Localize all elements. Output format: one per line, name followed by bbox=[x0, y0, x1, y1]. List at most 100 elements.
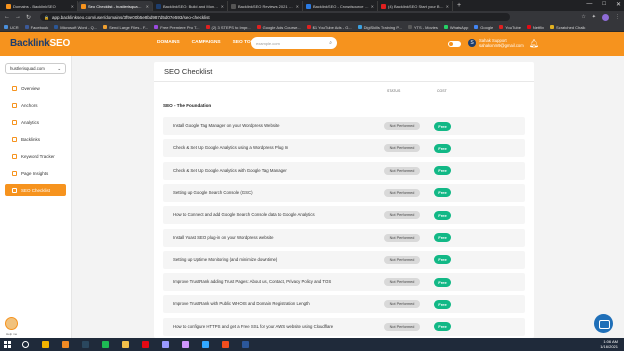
notification-bell-icon[interactable]: 🔔︎ bbox=[529, 39, 539, 48]
bookmark-item[interactable]: Send Large Files - F... bbox=[103, 25, 148, 30]
menu-dots-icon[interactable]: ⋮ bbox=[615, 14, 620, 20]
search-placeholder: example.com bbox=[256, 40, 280, 46]
task-label: Setting up Uptime Monitoring (and minimi… bbox=[173, 256, 278, 262]
profile-avatar-icon[interactable] bbox=[602, 13, 609, 21]
bookmark-item[interactable]: Facebook bbox=[24, 25, 48, 30]
checklist-row[interactable]: Setting up Google Search Console (GSC) No… bbox=[163, 183, 525, 202]
browser-tab[interactable]: BacklinkSEO - Crowdsource Conc ✕ bbox=[303, 1, 378, 11]
sidebar-item-backlinks[interactable]: Backlinks bbox=[5, 133, 66, 145]
spotify-icon[interactable] bbox=[102, 341, 109, 348]
nav-domains[interactable]: DOMAINS bbox=[157, 40, 180, 45]
close-tab-icon[interactable]: ✕ bbox=[146, 4, 149, 9]
bookmark-item[interactable]: $1 YouTube Ads - G... bbox=[306, 25, 352, 30]
sidebar-item-page-insights[interactable]: Page Insights bbox=[5, 167, 66, 179]
section-title: SEO - The Foundation bbox=[163, 103, 212, 108]
chrome-icon[interactable] bbox=[42, 341, 49, 348]
forward-icon[interactable]: → bbox=[15, 14, 21, 20]
status-badge: Not Performed bbox=[384, 166, 420, 175]
steam-icon[interactable] bbox=[82, 341, 89, 348]
star-icon[interactable]: ☆ bbox=[581, 14, 585, 20]
browser-tab[interactable]: (4) BacklinkSEO Start your Backl ✕ bbox=[378, 1, 453, 11]
maximize-icon[interactable]: □ bbox=[602, 1, 606, 8]
bookmark-favicon-icon bbox=[103, 25, 108, 29]
theme-toggle[interactable] bbox=[448, 41, 461, 47]
checklist-row[interactable]: Check & Set Up Google Analytics using a … bbox=[163, 139, 525, 158]
minimize-icon[interactable]: — bbox=[586, 1, 592, 8]
sidebar-item-label: Keyword Tracker bbox=[21, 153, 55, 159]
premiere-icon[interactable] bbox=[162, 341, 169, 348]
new-tab-button[interactable]: + bbox=[457, 1, 461, 11]
windows-start-icon[interactable] bbox=[4, 341, 11, 348]
bookmark-item[interactable]: Google bbox=[474, 25, 493, 30]
bookmark-item[interactable]: UCR bbox=[4, 25, 19, 30]
chat-support-button[interactable] bbox=[594, 314, 613, 333]
word-icon[interactable] bbox=[242, 341, 249, 348]
tab-title: Domains - BacklinkSEO bbox=[13, 3, 56, 9]
url-field[interactable]: 🔒 app.backlinkseo.com/user/domains/3f9e0… bbox=[40, 13, 511, 21]
search-icon[interactable] bbox=[22, 341, 29, 348]
domain-selector[interactable]: hustlerisquad.com ⌄ bbox=[5, 63, 66, 74]
user-menu[interactable]: S Sahak Support sahakxnm9@gmail.com bbox=[468, 38, 524, 48]
checklist-row[interactable]: How to configure HTTPS and get a Free SS… bbox=[163, 317, 525, 336]
browser-tab[interactable]: Domains - BacklinkSEO ✕ bbox=[3, 1, 78, 11]
checklist-row[interactable]: Improve TrustRank adding Trust Pages: Ab… bbox=[163, 273, 525, 292]
extensions-icon[interactable]: ✦ bbox=[592, 14, 596, 20]
browser-tab[interactable]: Seo Checklist - hustlerisquad.com ✕ bbox=[78, 1, 153, 11]
close-tab-icon[interactable]: ✕ bbox=[446, 4, 449, 9]
sidebar-item-overview[interactable]: Overview bbox=[5, 82, 66, 94]
close-tab-icon[interactable]: ✕ bbox=[296, 4, 299, 9]
close-tab-icon[interactable]: ✕ bbox=[371, 4, 374, 9]
back-icon[interactable]: ← bbox=[4, 14, 10, 20]
checklist-row[interactable]: How to Connect and add Google Search Con… bbox=[163, 206, 525, 225]
bookmark-item[interactable]: Google Ads Course... bbox=[256, 25, 301, 30]
aftereffects-icon[interactable] bbox=[182, 341, 189, 348]
bookmark-item[interactable]: Netflix bbox=[526, 25, 544, 30]
checklist-row[interactable]: Improve TrustRank with Public WHOIS and … bbox=[163, 295, 525, 314]
bookmark-item[interactable]: WhatsApp bbox=[443, 24, 469, 30]
bookmark-item[interactable]: (2) 3 STEPS to Impr... bbox=[205, 25, 251, 30]
checklist-row[interactable]: Setting up Uptime Monitoring (and minimi… bbox=[163, 250, 525, 269]
vlc-icon[interactable] bbox=[62, 341, 69, 348]
task-label: Check & Set Up Google Analytics with Goo… bbox=[173, 167, 287, 173]
browser-tab[interactable]: BacklinkSEO: Build and Monitor ✕ bbox=[153, 1, 228, 11]
sidebar-item-anchors[interactable]: Anchors bbox=[5, 99, 66, 111]
bookmark-favicon-icon bbox=[526, 25, 531, 29]
backlinkseo-logo[interactable]: BacklinkSEO bbox=[10, 38, 70, 49]
close-window-icon[interactable]: ✕ bbox=[616, 1, 621, 8]
checklist-row[interactable]: Check & Set Up Google Analytics with Goo… bbox=[163, 161, 525, 180]
netflix-icon[interactable] bbox=[142, 341, 149, 348]
bookmark-favicon-icon bbox=[205, 25, 210, 29]
bookmark-item[interactable]: Microsoft Word - Q... bbox=[54, 25, 97, 30]
sidebar-item-analytics[interactable]: Analytics bbox=[5, 116, 66, 128]
bookmark-item[interactable]: DigiSkills Training P... bbox=[357, 24, 402, 30]
domain-search-input[interactable]: example.com ⌕ bbox=[251, 37, 337, 49]
bookmark-favicon-icon bbox=[474, 25, 479, 29]
user-email: sahakxnm9@gmail.com bbox=[479, 43, 524, 48]
sidebar-item-label: SEO Checklist bbox=[21, 187, 51, 193]
bookmark-label: WhatsApp bbox=[449, 24, 469, 30]
sidebar-item-seo-checklist[interactable]: SEO Checklist bbox=[5, 184, 66, 196]
sidebar-item-keyword-tracker[interactable]: Keyword Tracker bbox=[5, 150, 66, 162]
nav-campaigns[interactable]: CAMPAIGNS bbox=[192, 40, 221, 45]
bookmark-item[interactable]: Scratched Chalk bbox=[550, 25, 585, 30]
help-avatar-icon[interactable] bbox=[5, 317, 18, 330]
browser-tab[interactable]: BacklinkSEO Reviews 2021 - Cap ✕ bbox=[228, 1, 303, 11]
photoshop-icon[interactable] bbox=[202, 341, 209, 348]
checklist-row[interactable]: Install Google Tag Manager on your Wordp… bbox=[163, 117, 525, 135]
explorer-icon[interactable] bbox=[122, 341, 129, 348]
cost-badge: Free bbox=[434, 143, 451, 153]
figma-icon[interactable] bbox=[222, 341, 229, 348]
checklist-row[interactable]: Install Yoast SEO plug-in on your Wordpr… bbox=[163, 228, 525, 247]
close-tab-icon[interactable]: ✕ bbox=[221, 4, 224, 9]
bookmark-item[interactable]: YTS - Movies bbox=[407, 25, 438, 30]
close-tab-icon[interactable]: ✕ bbox=[71, 4, 74, 9]
bookmark-label: DigiSkills Training P... bbox=[363, 24, 402, 30]
bookmark-favicon-icon bbox=[407, 25, 412, 29]
reload-icon[interactable]: ↻ bbox=[26, 14, 31, 21]
cost-badge: Free bbox=[434, 233, 451, 242]
search-icon[interactable]: ⌕ bbox=[329, 40, 332, 46]
bookmark-item[interactable]: YouTube bbox=[499, 25, 521, 30]
system-clock[interactable]: 1:06 AM 1/16/2021 bbox=[600, 339, 618, 349]
bookmark-item[interactable]: Free Premiere Pro T... bbox=[154, 25, 200, 30]
tab-favicon-icon bbox=[81, 3, 86, 9]
